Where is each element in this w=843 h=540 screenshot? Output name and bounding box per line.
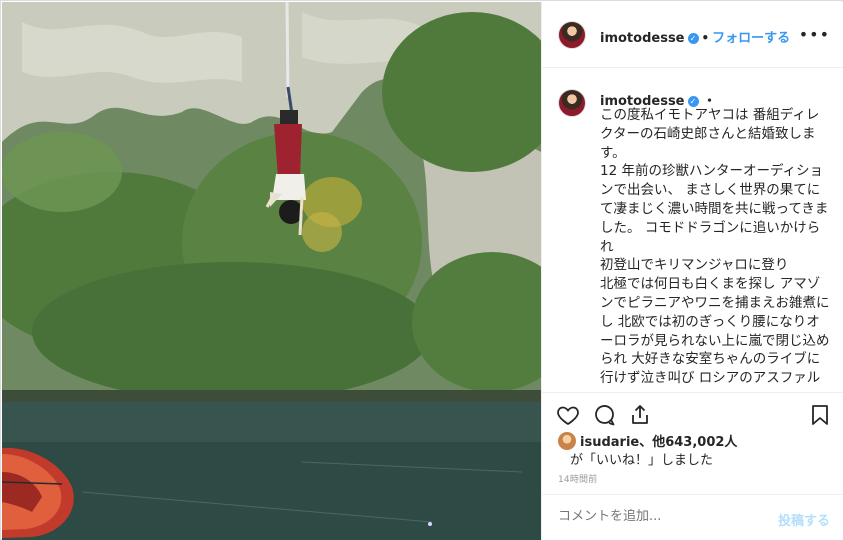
share-icon[interactable] <box>628 403 654 429</box>
liker-avatar[interactable] <box>558 432 576 450</box>
action-bar <box>542 392 843 432</box>
header-avatar[interactable] <box>558 21 586 49</box>
likes-count[interactable]: 、他643,002人 <box>639 435 737 450</box>
more-horizontal-icon[interactable]: ••• <box>799 25 830 44</box>
post-caption: imotodesse ✓ ・ この度私イモトアヤコは 番組ディレクターの石崎史郎さ… <box>542 69 843 389</box>
comment-icon[interactable] <box>592 403 618 429</box>
heart-icon[interactable] <box>556 403 582 429</box>
liker-username[interactable]: isudarie <box>580 435 639 450</box>
post-frame: imotodesse ✓ • フォローする ••• imotodesse ✓ ・ この度… <box>0 0 843 540</box>
post-header: imotodesse ✓ • フォローする ••• <box>542 2 843 68</box>
post-photo[interactable] <box>2 2 541 540</box>
comment-input[interactable] <box>558 509 758 524</box>
likes-summary: isudarie、他643,002人 が「いいね！」しました <box>558 432 838 470</box>
post-comment-button[interactable]: 投稿する <box>778 510 830 529</box>
caption-text: この度私イモトアヤコは 番組ディレクターの石崎史郎さんと結婚致します。 12 年… <box>600 107 830 389</box>
verified-badge-icon: ✓ <box>687 33 699 44</box>
bungee-jump-photo <box>2 2 541 540</box>
post-timestamp[interactable]: 14時間前 <box>558 472 597 485</box>
likes-suffix: が「いいね！」しました <box>570 453 714 468</box>
header-user-line: imotodesse ✓ • フォローする <box>600 27 790 46</box>
header-username[interactable]: imotodesse <box>600 31 685 46</box>
follow-button[interactable]: フォローする <box>712 31 790 46</box>
bookmark-icon[interactable] <box>808 403 834 429</box>
post-side-panel: imotodesse ✓ • フォローする ••• imotodesse ✓ ・ この度… <box>541 2 843 540</box>
caption-avatar[interactable] <box>558 89 586 117</box>
comment-box: 投稿する <box>542 494 843 540</box>
header-separator: • <box>701 31 710 45</box>
